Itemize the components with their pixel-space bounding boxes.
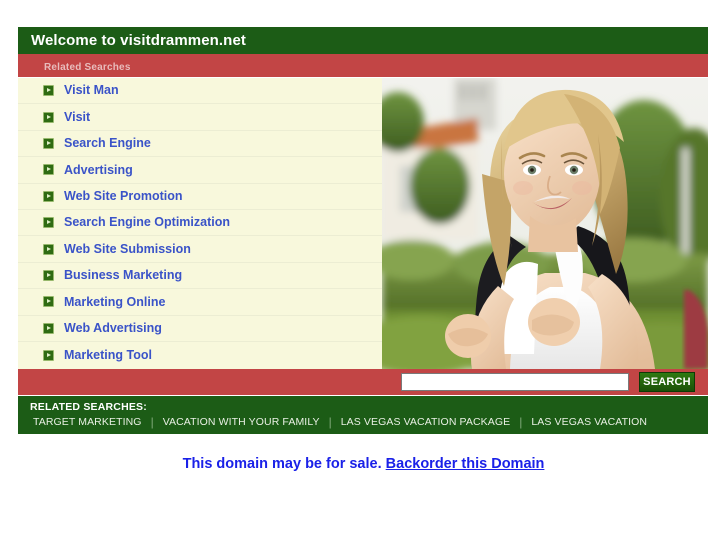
search-term-link[interactable]: Search Engine — [64, 137, 151, 150]
search-term-link[interactable]: Business Marketing — [64, 269, 182, 282]
related-link-separator: | — [150, 415, 154, 429]
list-item[interactable]: Web Site Promotion — [18, 184, 382, 210]
page-root: Welcome to visitdrammen.net Related Sear… — [0, 0, 727, 545]
search-term-link[interactable]: Search Engine Optimization — [64, 216, 230, 229]
domain-sale-text: This domain may be for sale. — [182, 456, 382, 472]
related-searches-footer: RELATED SEARCHES: TARGET MARKETING | VACAT… — [18, 396, 708, 434]
subheader-label: Related Searches — [44, 62, 131, 73]
body-row: Visit Man Visit Search Engine Advertising We… — [18, 78, 708, 369]
main-content-panel: Welcome to visitdrammen.net Related Sear… — [18, 27, 708, 434]
related-search-link[interactable]: TARGET MARKETING — [33, 416, 142, 428]
page-title: Welcome to visitdrammen.net — [18, 27, 708, 54]
green-arrow-bullet-icon — [43, 322, 54, 334]
hero-photo — [382, 78, 708, 369]
related-search-link[interactable]: LAS VEGAS VACATION — [531, 416, 647, 428]
list-item[interactable]: Marketing Online — [18, 289, 382, 316]
green-arrow-bullet-icon — [43, 85, 54, 97]
related-searches-links: TARGET MARKETING | VACATION WITH YOUR FAMI… — [30, 416, 708, 428]
green-arrow-bullet-icon — [43, 137, 54, 149]
search-term-link[interactable]: Advertising — [64, 164, 133, 177]
search-term-link[interactable]: Visit Man — [64, 84, 119, 97]
related-link-separator: | — [519, 415, 523, 429]
backorder-domain-link[interactable]: Backorder this Domain — [386, 456, 545, 472]
green-arrow-bullet-icon — [43, 269, 54, 281]
related-search-link[interactable]: LAS VEGAS VACATION PACKAGE — [341, 416, 510, 428]
green-arrow-bullet-icon — [43, 243, 54, 255]
related-searches-title: RELATED SEARCHES: — [30, 401, 147, 413]
hero-photo-image — [382, 78, 708, 369]
list-item[interactable]: Business Marketing — [18, 263, 382, 290]
list-item[interactable]: Advertising — [18, 157, 382, 184]
search-bar: SEARCH — [18, 369, 708, 396]
search-term-link[interactable]: Web Site Promotion — [64, 190, 183, 203]
green-arrow-bullet-icon — [43, 111, 54, 123]
search-term-link[interactable]: Web Advertising — [64, 322, 162, 335]
search-input[interactable] — [401, 373, 629, 391]
search-term-link[interactable]: Web Site Submission — [64, 243, 191, 256]
list-item[interactable]: Search Engine — [18, 131, 382, 158]
related-link-separator: | — [328, 415, 332, 429]
green-arrow-bullet-icon — [43, 296, 54, 308]
list-item[interactable]: Visit Man — [18, 78, 382, 105]
list-item[interactable]: Search Engine Optimization — [18, 210, 382, 237]
green-arrow-bullet-icon — [43, 164, 54, 176]
list-item[interactable]: Visit — [18, 104, 382, 131]
search-button[interactable]: SEARCH — [639, 372, 695, 392]
domain-sale-notice: This domain may be for sale. Backorder t… — [0, 456, 727, 472]
search-term-link[interactable]: Marketing Tool — [64, 349, 152, 362]
green-arrow-bullet-icon — [43, 217, 54, 229]
search-term-link[interactable]: Marketing Online — [64, 296, 165, 309]
list-item[interactable]: Web Site Submission — [18, 236, 382, 263]
list-item[interactable]: Web Advertising — [18, 316, 382, 342]
green-arrow-bullet-icon — [43, 190, 54, 202]
search-term-list: Visit Man Visit Search Engine Advertising We… — [18, 78, 382, 369]
related-searches-subheader: Related Searches — [18, 54, 708, 78]
search-term-link[interactable]: Visit — [64, 111, 90, 124]
green-arrow-bullet-icon — [43, 349, 54, 361]
related-search-link[interactable]: VACATION WITH YOUR FAMILY — [163, 416, 320, 428]
list-item[interactable]: Marketing Tool — [18, 342, 382, 368]
